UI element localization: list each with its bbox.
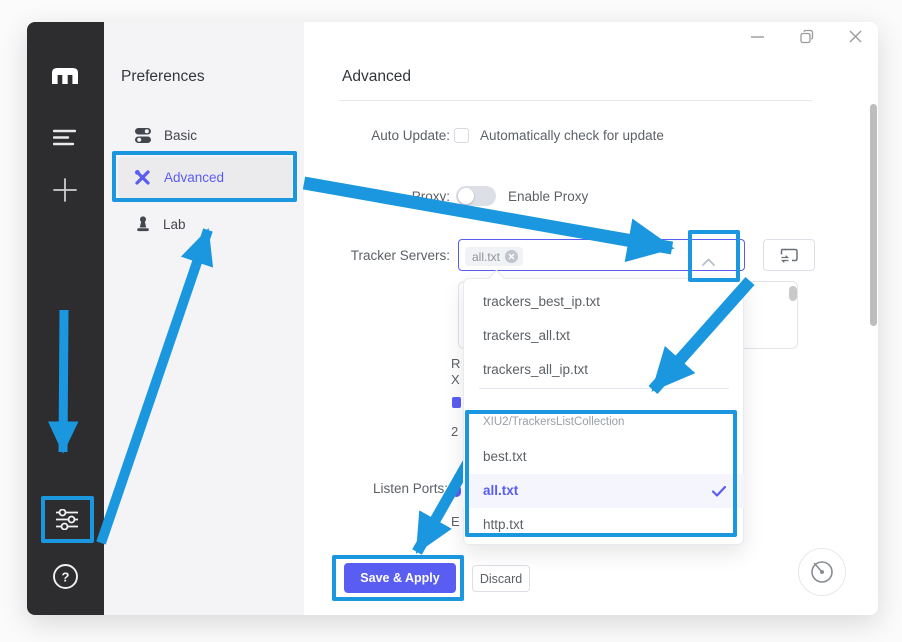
- sidebar-item-label: Advanced: [164, 170, 224, 185]
- dropdown-item[interactable]: http.txt: [463, 508, 744, 542]
- textarea-scrollbar[interactable]: [789, 286, 797, 301]
- title-divider: [339, 100, 812, 101]
- tracker-servers-select[interactable]: all.txt: [458, 239, 745, 271]
- auto-update-label: Auto Update:: [330, 128, 450, 143]
- main-scrollbar[interactable]: [870, 104, 877, 326]
- close-button[interactable]: [844, 25, 866, 47]
- tag-remove-icon[interactable]: [505, 250, 518, 263]
- dropdown-group-title: XIU2/TrackersListCollection: [463, 416, 744, 428]
- minimize-button[interactable]: [746, 25, 768, 47]
- selected-tag: all.txt: [465, 247, 523, 266]
- sidebar-item-advanced[interactable]: Advanced: [134, 169, 224, 186]
- tag-label: all.txt: [472, 250, 500, 264]
- dropdown-item-selected[interactable]: all.txt: [463, 474, 744, 508]
- obscured-text-fragment: R: [451, 356, 460, 371]
- proxy-toggle[interactable]: [456, 186, 496, 206]
- dropdown-item[interactable]: trackers_best_ip.txt: [463, 285, 744, 319]
- restore-button[interactable]: [795, 25, 817, 47]
- sidebar-item-basic[interactable]: Basic: [134, 127, 197, 144]
- motrix-logo-icon: [50, 66, 80, 90]
- dropdown-item[interactable]: trackers_all.txt: [463, 319, 744, 353]
- dropdown-divider: [479, 388, 729, 389]
- help-icon[interactable]: ?: [52, 563, 79, 595]
- screen: ? Preferences Basic Advanced Lab: [0, 0, 902, 642]
- add-task-icon[interactable]: [53, 178, 77, 207]
- advanced-tools-icon: [134, 169, 152, 186]
- gauge-icon: [808, 558, 836, 586]
- page-title: Advanced: [342, 68, 411, 86]
- obscured-control-fragment: [452, 485, 461, 497]
- speed-limit-button[interactable]: [798, 548, 846, 596]
- sidebar-item-label: Lab: [163, 217, 186, 232]
- tracker-servers-label: Tracker Servers:: [330, 248, 450, 263]
- dropdown-item[interactable]: best.txt: [463, 440, 744, 474]
- svg-text:?: ?: [62, 570, 70, 585]
- sync-icon: [780, 247, 799, 263]
- obscured-text-fragment: X: [451, 372, 460, 387]
- listen-ports-label: Listen Ports:: [328, 481, 448, 496]
- preferences-nav-panel: [104, 22, 304, 615]
- sidebar-item-lab[interactable]: Lab: [135, 216, 186, 233]
- discard-button[interactable]: Discard: [472, 565, 530, 592]
- toggle-knob: [458, 188, 474, 204]
- task-list-icon[interactable]: [53, 129, 76, 151]
- save-apply-button[interactable]: Save & Apply: [344, 563, 456, 593]
- lab-stamp-icon: [135, 216, 151, 233]
- proxy-label: Proxy:: [330, 189, 450, 204]
- chevron-up-icon[interactable]: [702, 253, 715, 271]
- check-icon: [712, 486, 726, 497]
- dropdown-item[interactable]: trackers_all_ip.txt: [463, 353, 744, 387]
- sync-trackers-button[interactable]: [763, 239, 815, 271]
- preferences-title: Preferences: [121, 68, 205, 86]
- obscured-checkbox-fragment: [452, 397, 461, 408]
- obscured-text-fragment: 2: [451, 424, 458, 439]
- selected-option-label: all.txt: [483, 483, 518, 498]
- auto-update-checkbox[interactable]: [454, 128, 469, 143]
- sidebar-item-label: Basic: [164, 128, 197, 143]
- obscured-text-fragment: E: [451, 514, 460, 529]
- preferences-sliders-icon[interactable]: [56, 509, 79, 535]
- auto-update-checkbox-label[interactable]: Automatically check for update: [480, 128, 664, 143]
- basic-toggles-icon: [134, 127, 152, 144]
- proxy-toggle-label[interactable]: Enable Proxy: [508, 189, 588, 204]
